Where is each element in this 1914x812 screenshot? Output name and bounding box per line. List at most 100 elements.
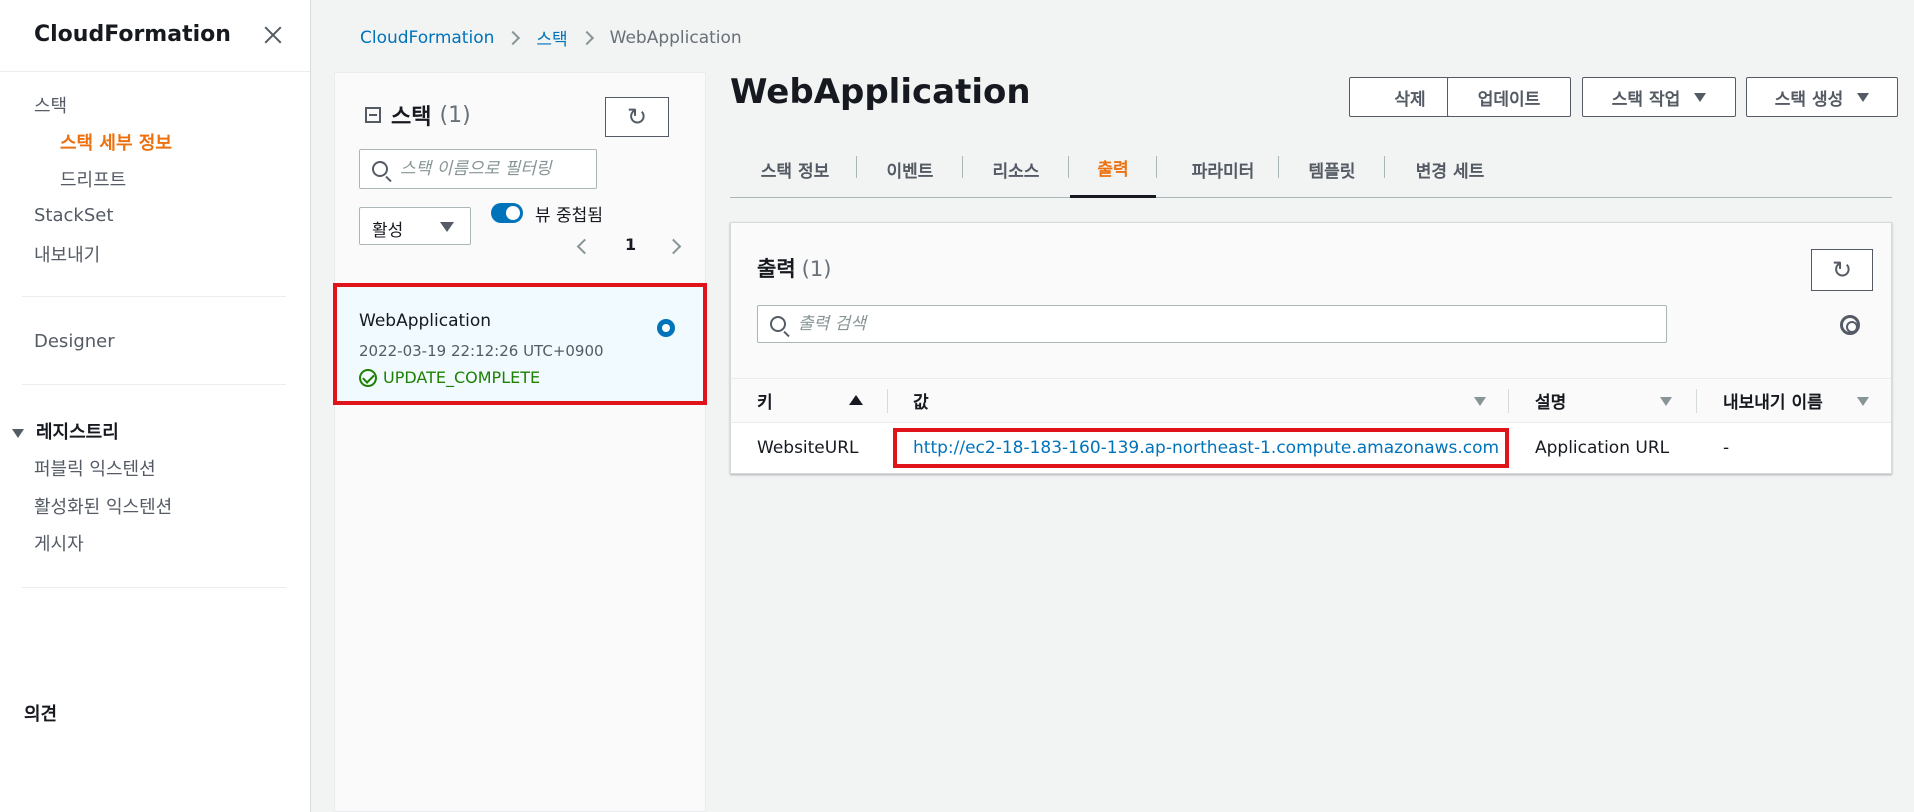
caret-down-icon [1857, 92, 1870, 102]
column-divider [1508, 389, 1509, 413]
stack-timestamp: 2022-03-19 22:12:26 UTC+0900 [359, 342, 604, 360]
tab-parameters[interactable]: 파라미터 [1158, 140, 1288, 198]
outputs-container: 출력(1) ↻ 키 값 설명 내보내기 이름 WebsiteURL http:/… [730, 222, 1892, 474]
outputs-heading: 출력 [757, 257, 796, 281]
sidebar-section-registry[interactable]: 레지스트리 [12, 418, 119, 444]
stack-panel-title: 스택 (1) [365, 99, 471, 131]
close-icon[interactable] [262, 24, 284, 46]
sort-icon[interactable] [1474, 397, 1486, 406]
tab-stack-info[interactable]: 스택 정보 [736, 140, 854, 198]
sidebar-item-designer[interactable]: Designer [34, 331, 115, 352]
sort-ascending-icon[interactable] [849, 395, 863, 405]
service-title: CloudFormation [34, 22, 231, 47]
tab-events[interactable]: 이벤트 [858, 140, 962, 198]
output-export-name: - [1723, 438, 1730, 458]
page-title: WebApplication [730, 72, 1031, 112]
status-filter-value: 활성 [372, 221, 404, 241]
caret-down-icon [1694, 92, 1707, 102]
tab-outputs[interactable]: 출력 [1070, 140, 1156, 198]
side-navigation: CloudFormation 스택 스택 세부 정보 드리프트 StackSet… [0, 0, 311, 812]
caret-down-icon [440, 222, 454, 232]
tab-divider [1384, 156, 1385, 178]
stack-count: (1) [439, 102, 471, 128]
breadcrumb: CloudFormation 스택 WebApplication [360, 25, 742, 51]
chevron-right-icon [506, 30, 521, 45]
tab-change-sets[interactable]: 변경 세트 [1386, 140, 1514, 198]
feedback-link[interactable]: 의견 [24, 700, 57, 726]
output-key: WebsiteURL [757, 438, 859, 458]
sidebar-item-drift[interactable]: 드리프트 [60, 166, 126, 192]
stack-panel-heading: 스택 [391, 105, 432, 130]
tab-template[interactable]: 템플릿 [1280, 140, 1384, 198]
sidebar-item-stack-details[interactable]: 스택 세부 정보 [60, 129, 172, 155]
create-stack-label: 스택 생성 [1774, 89, 1844, 110]
tab-divider [1156, 156, 1157, 178]
refresh-icon: ↻ [1831, 256, 1853, 284]
sidebar-item-stackset[interactable]: StackSet [34, 205, 113, 226]
column-divider [887, 389, 888, 413]
outputs-search-input[interactable] [798, 314, 1666, 334]
sidebar-section-label: 레지스트리 [36, 422, 119, 443]
stack-actions-button[interactable]: 스택 작업 [1582, 77, 1736, 117]
gear-icon[interactable] [1840, 315, 1860, 335]
column-header-description[interactable]: 설명 [1535, 378, 1566, 422]
stack-radio-selected[interactable] [657, 319, 675, 337]
stack-status-text: UPDATE_COMPLETE [383, 368, 541, 387]
column-header-export-name[interactable]: 내보내기 이름 [1723, 378, 1823, 422]
stack-filter[interactable] [359, 149, 597, 189]
column-divider [1696, 389, 1697, 413]
sidebar-item-publisher[interactable]: 게시자 [34, 530, 84, 556]
refresh-icon: ↻ [626, 103, 648, 131]
pagination: 1 [576, 233, 682, 263]
tab-divider [962, 156, 963, 178]
update-button[interactable]: 업데이트 [1447, 77, 1571, 117]
outputs-count: (1) [801, 257, 832, 281]
stack-filter-input[interactable] [400, 159, 596, 179]
collapse-icon[interactable] [365, 107, 381, 123]
chevron-right-icon[interactable] [665, 238, 682, 255]
sidebar-item-exports[interactable]: 내보내기 [34, 241, 100, 267]
output-description: Application URL [1535, 438, 1670, 458]
sidebar-divider [22, 296, 286, 297]
caret-down-icon [12, 428, 24, 438]
status-filter-select[interactable]: 활성 [359, 207, 471, 245]
sidebar-divider [22, 384, 286, 385]
refresh-stacks-button[interactable]: ↻ [605, 97, 669, 137]
tab-divider [1278, 156, 1279, 178]
tab-bar: 스택 정보 이벤트 리소스 출력 파라미터 템플릿 변경 세트 [730, 140, 1892, 198]
output-value-link[interactable]: http://ec2-18-183-160-139.ap-northeast-1… [913, 438, 1499, 458]
tab-resources[interactable]: 리소스 [964, 140, 1068, 198]
outputs-search[interactable] [757, 305, 1667, 343]
breadcrumb-current: WebApplication [609, 27, 742, 48]
output-value-highlight: http://ec2-18-183-160-139.ap-northeast-1… [893, 428, 1509, 468]
breadcrumb-stacks[interactable]: 스택 [536, 25, 567, 50]
success-check-icon [359, 368, 377, 387]
search-icon [770, 316, 786, 332]
nested-view-toggle[interactable] [491, 203, 523, 223]
page-number[interactable]: 1 [625, 235, 636, 254]
create-stack-button[interactable]: 스택 생성 [1746, 77, 1898, 117]
chevron-left-icon[interactable] [576, 238, 593, 255]
stack-name: WebApplication [359, 311, 492, 331]
sort-icon[interactable] [1857, 397, 1869, 406]
stack-status: UPDATE_COMPLETE [359, 368, 540, 387]
refresh-outputs-button[interactable]: ↻ [1811, 249, 1873, 291]
tab-divider [1068, 156, 1069, 178]
table-header-bottom [731, 422, 1891, 423]
stack-list-item[interactable]: WebApplication 2022-03-19 22:12:26 UTC+0… [333, 283, 707, 405]
column-header-value[interactable]: 값 [913, 378, 929, 422]
nested-view-label: 뷰 중첩됨 [535, 206, 603, 226]
search-icon [372, 161, 388, 177]
sidebar-item-public-extensions[interactable]: 퍼블릭 익스텐션 [34, 455, 156, 481]
table-header-top [731, 378, 1891, 379]
stack-actions-label: 스택 작업 [1611, 89, 1681, 110]
sidebar-item-activated-extensions[interactable]: 활성화된 익스텐션 [34, 493, 172, 519]
breadcrumb-cloudformation[interactable]: CloudFormation [360, 28, 494, 48]
sidebar-divider [22, 587, 286, 588]
tab-divider [856, 156, 857, 178]
sidebar-item-stacks[interactable]: 스택 [34, 92, 67, 118]
column-header-key[interactable]: 키 [757, 378, 773, 422]
sidebar-header: CloudFormation [0, 0, 310, 72]
sort-icon[interactable] [1660, 397, 1672, 406]
stack-list-panel: 스택 (1) ↻ 활성 뷰 중첩됨 1 WebApplication 2022-… [333, 72, 707, 812]
